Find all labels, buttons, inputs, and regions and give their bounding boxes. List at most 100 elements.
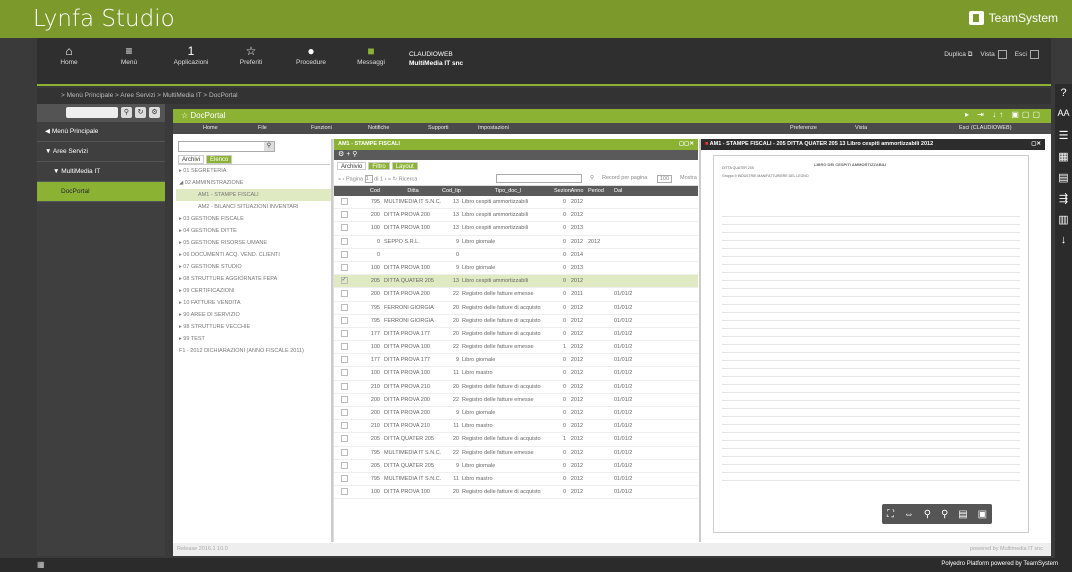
duplica-button[interactable]: Duplica ⧉ — [944, 51, 972, 59]
row-checkbox[interactable] — [340, 474, 348, 482]
esci-user-button[interactable]: Esci (CLAUDIOWEB) — [959, 125, 1012, 131]
save-icon[interactable]: ▤ — [958, 509, 967, 520]
col-anno[interactable]: Anno — [566, 186, 588, 196]
col-tipo-doc[interactable]: Tipo_doc_l — [462, 186, 554, 196]
table-row[interactable]: 200 DITTA PROVA 200 13 Libro cespiti ammort… — [334, 209, 698, 223]
tree-item[interactable]: ▸ 06 DOCUMENTI ACQ. VEND. CLIENTI — [176, 249, 332, 261]
row-checkbox[interactable]: ✓ — [340, 277, 348, 285]
refresh-icon[interactable]: ↻ — [135, 107, 146, 118]
tree-item[interactable]: ▸ 01 SEGRETERIA — [176, 165, 332, 177]
table-row[interactable]: 100 DITTA PROVA 100 11 Libro mastro 0 2012 01/… — [334, 367, 698, 381]
row-checkbox[interactable] — [340, 250, 348, 258]
tab-filtro[interactable]: Filtro — [368, 162, 390, 170]
nav-home[interactable]: ⌂ Home — [39, 43, 99, 66]
table-row[interactable]: 200 DITTA PROVA 200 22 Registro delle fattu… — [334, 394, 698, 407]
sidebar-item-docportal[interactable]: DocPortal — [37, 182, 165, 202]
row-checkbox[interactable] — [340, 409, 348, 417]
user-info[interactable]: CLAUDIOWEB MultiMedia IT snc — [409, 50, 463, 68]
row-checkbox[interactable] — [340, 290, 348, 298]
grid-icon[interactable]: ▦ — [1055, 150, 1072, 168]
records-select[interactable]: 100 — [657, 175, 673, 183]
tree-item[interactable]: ▸ 08 STRUTTURE AGGIORNATE FEPA — [176, 273, 332, 285]
menu-file[interactable]: File — [258, 125, 267, 131]
menu-notifiche[interactable]: Notifiche — [368, 125, 389, 131]
table-row[interactable]: 795 FERRONI GIORGIA 20 Registro delle fattu… — [334, 302, 698, 315]
table-row[interactable]: 100 DITTA PROVA 100 22 Registro delle fattu… — [334, 341, 698, 355]
first-page-icon[interactable]: « — [338, 176, 341, 182]
tree-item[interactable]: ▸ 05 GESTIONE RISORSE UMANE — [176, 237, 332, 249]
fit-width-icon[interactable]: ⇔ — [904, 509, 914, 520]
tree-item[interactable]: F1 - 2012 DICHIARAZIONI (ANNO FISCALE 20… — [176, 345, 332, 357]
table-row[interactable]: 795 MULTIMEDIA IT S.N.C. DI ROMAGNOL 11Lib… — [334, 473, 698, 487]
table-row[interactable]: 795 MULTIMEDIA IT S.N.C. DI ROMAGNOL 13Lib… — [334, 196, 698, 210]
add-icon[interactable]: + — [346, 151, 350, 158]
table-row[interactable]: 210 DITTA PROVA 210 20 Registro delle fattu… — [334, 381, 698, 394]
tree-item[interactable]: ◢ 02 AMMINISTRAZIONE — [176, 177, 332, 189]
tree-item[interactable]: ▸ 98 STRUTTURE VECCHIE — [176, 321, 332, 333]
row-checkbox[interactable] — [340, 211, 348, 219]
table-row[interactable]: 200 DITTA PROVA 200 22 Registro delle fattu… — [334, 288, 698, 302]
tree-search-input[interactable]: ⚲ — [178, 141, 275, 152]
table-row[interactable]: 210 DITTA PROVA 210 11 Libro mastro 0 2012 01/… — [334, 420, 698, 434]
col-period[interactable]: Period — [588, 186, 614, 196]
menu-funzioni[interactable]: Funzioni — [311, 125, 332, 131]
prev-page-icon[interactable]: ‹ — [343, 176, 345, 182]
table-row[interactable]: 205 DITTA QUATER 205 9 Libro giornale 0 2012 0… — [334, 460, 698, 473]
row-checkbox[interactable] — [340, 448, 348, 456]
tab-elenco[interactable]: Elenco — [206, 155, 233, 164]
tree-item[interactable]: ▸ 10 FATTURE VENDITA — [176, 297, 332, 309]
settings-icon[interactable]: ⚙ — [149, 107, 160, 118]
preferenze-button[interactable]: Preferenze — [790, 125, 817, 131]
fit-page-icon[interactable]: ⛶ — [887, 509, 894, 520]
tree-item[interactable]: ▸ 03 GESTIONE FISCALE — [176, 213, 332, 225]
table-row[interactable]: 795 MULTIMEDIA IT S.N.C. DI ROMAGNOL 22Reg… — [334, 447, 698, 460]
search-icon[interactable]: ⚲ — [121, 107, 132, 118]
sidebar-search-input[interactable] — [66, 107, 118, 118]
layout-icon[interactable]: ▤ — [1055, 171, 1072, 189]
table-row[interactable]: 177 DITTA PROVA 177 20 Registro delle fattu… — [334, 328, 698, 342]
grid-search-input[interactable] — [496, 174, 582, 183]
tree-item[interactable]: ▸ 07 GESTIONE STUDIO — [176, 261, 332, 273]
page-input[interactable]: 1 — [364, 175, 373, 183]
col-ditta[interactable]: Ditta — [384, 186, 442, 196]
row-checkbox[interactable] — [340, 329, 348, 337]
row-checkbox[interactable] — [340, 435, 348, 443]
col-dal[interactable]: Dal — [614, 186, 632, 196]
col-cod-tip[interactable]: Cod_tip — [442, 186, 462, 196]
tree-item[interactable]: ▸ 90 AREE DI SERVIZIO — [176, 309, 332, 321]
row-checkbox[interactable] — [340, 224, 348, 232]
table-row[interactable]: 177 DITTA PROVA 177 9 Libro giornale 0 2012 01… — [334, 354, 698, 368]
nav-preferiti[interactable]: ☆ Preferiti — [221, 43, 281, 66]
col-check[interactable] — [334, 186, 354, 196]
help-icon[interactable]: ? — [1055, 87, 1072, 105]
table-row[interactable]: 0 0 0 2014 — [334, 249, 698, 262]
table-row[interactable]: 0 SEPPO S.R.L. 9 Libro giornale 0 2012 2012 — [334, 236, 698, 249]
row-checkbox[interactable] — [340, 237, 348, 245]
row-checkbox[interactable] — [340, 263, 348, 271]
esci-button[interactable]: Esci — [1015, 50, 1039, 59]
print-icon[interactable]: ▣ — [978, 509, 987, 520]
row-checkbox[interactable] — [340, 356, 348, 364]
nav-menu[interactable]: ≡ Menù — [99, 43, 159, 66]
row-checkbox[interactable] — [340, 382, 348, 390]
search-icon[interactable]: ⚲ — [352, 151, 357, 158]
tree-item[interactable]: ▸ 04 GESTIONE DITTE — [176, 225, 332, 237]
last-page-icon[interactable]: » — [388, 176, 391, 182]
menu-impostazioni[interactable]: Impostazioni — [478, 125, 509, 131]
font-size-icon[interactable]: AA — [1055, 108, 1072, 126]
tree-item[interactable]: AM2 - BILANCI SITUAZIONI INVENTARI — [176, 201, 332, 213]
row-checkbox[interactable] — [340, 316, 348, 324]
nav-messaggi[interactable]: ■ Messaggi — [341, 43, 401, 66]
table-row[interactable]: 795 FERRONI GIORGIA 20 Registro delle fattu… — [334, 315, 698, 328]
nav-procedure[interactable]: ● Procedure — [281, 43, 341, 66]
table-row[interactable]: 100 DITTA PROVA 100 20 Registro delle fattu… — [334, 486, 698, 500]
row-checkbox[interactable] — [340, 343, 348, 351]
table-row[interactable]: 100 DITTA PROVA 100 9 Libro giornale 0 2013 — [334, 262, 698, 276]
refresh-icon[interactable]: ↻ — [393, 176, 398, 182]
apps-grid-icon[interactable]: ▦ — [37, 560, 45, 569]
zoom-out-icon[interactable]: ⚲ — [924, 509, 931, 520]
list-icon[interactable]: ☰ — [1055, 129, 1072, 147]
table-row[interactable]: 200 DITTA PROVA 200 9 Libro giornale 0 2012 01… — [334, 407, 698, 421]
tab-layout[interactable]: Layout — [391, 162, 418, 170]
export-icon[interactable]: ⇶ — [1055, 192, 1072, 210]
